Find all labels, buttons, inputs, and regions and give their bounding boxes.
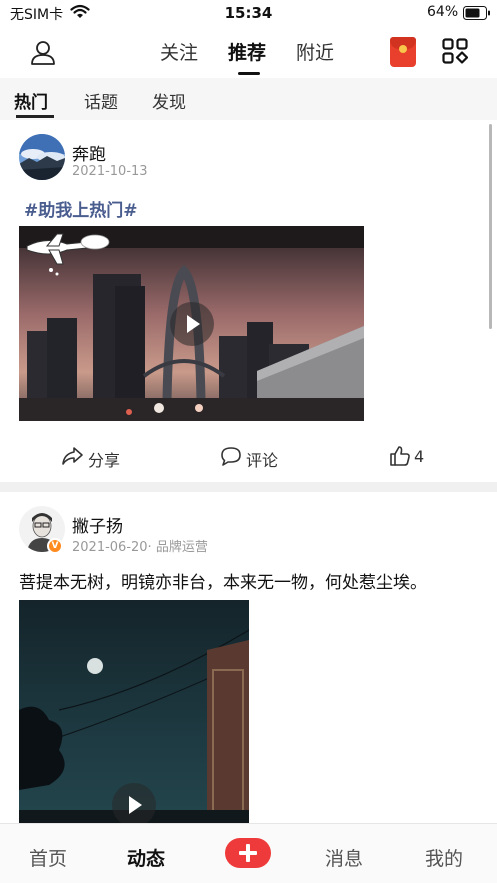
subtab-indicator — [16, 115, 54, 118]
comment-label: 评论 — [246, 451, 279, 470]
feed[interactable]: 奔跑 2021-10-13 #助我上热门# 分享 评论 4 V 撇子扬 2021… — [0, 120, 497, 823]
tab-home[interactable]: 首页 — [29, 844, 67, 871]
sub-tabs: 热门 话题 发现 — [0, 78, 497, 120]
post-date: 2021-10-13 — [72, 164, 148, 179]
verified-badge: V — [47, 538, 63, 554]
bottom-tab-bar: 首页 动态 消息 我的 — [0, 823, 497, 883]
post-username[interactable]: 撇子扬 — [72, 512, 123, 537]
subtab-discover[interactable]: 发现 — [152, 88, 186, 113]
status-bar: 无SIM卡 15:34 64% — [0, 0, 497, 26]
like-count: 4 — [414, 447, 425, 466]
tab-follow[interactable]: 关注 — [160, 38, 198, 65]
tab-me[interactable]: 我的 — [425, 844, 463, 871]
share-icon — [62, 447, 83, 465]
avatar[interactable] — [19, 134, 65, 180]
subtab-hot[interactable]: 热门 — [14, 88, 48, 113]
post-hashtag[interactable]: #助我上热门# — [24, 196, 138, 221]
tab-feed[interactable]: 动态 — [127, 844, 165, 871]
post-divider — [0, 482, 497, 492]
post-card[interactable]: V 撇子扬 2021-06-20· 品牌运营 菩提本无树，明镜亦非台，本来无一物… — [0, 492, 497, 823]
share-label: 分享 — [88, 451, 121, 470]
post-card[interactable]: 奔跑 2021-10-13 #助我上热门# 分享 评论 4 — [0, 120, 497, 482]
tab-messages[interactable]: 消息 — [325, 844, 363, 871]
post-username[interactable]: 奔跑 — [72, 140, 106, 165]
apps-grid-icon[interactable] — [442, 38, 468, 64]
post-meta: 2021-06-20· 品牌运营 — [72, 540, 208, 555]
play-icon[interactable] — [170, 302, 214, 346]
active-tab-indicator — [238, 72, 260, 75]
add-post-button[interactable] — [225, 838, 271, 868]
thumbs-up-icon — [390, 446, 410, 466]
battery-icon — [463, 6, 490, 20]
post-text: 菩提本无树，明镜亦非台，本来无一物，何处惹尘埃。 — [19, 573, 427, 593]
tab-recommend[interactable]: 推荐 — [228, 38, 266, 65]
top-nav: 关注 推荐 附近 — [0, 26, 497, 78]
tab-nearby[interactable]: 附近 — [296, 38, 334, 65]
red-packet-icon[interactable] — [390, 37, 416, 67]
battery-percent: 64% — [427, 4, 459, 20]
comment-icon — [221, 447, 241, 466]
video-thumbnail[interactable] — [19, 600, 249, 823]
video-thumbnail[interactable] — [19, 226, 364, 421]
subtab-topics[interactable]: 话题 — [84, 88, 118, 113]
play-icon[interactable] — [112, 783, 156, 823]
scrollbar[interactable] — [489, 124, 492, 329]
clock: 15:34 — [224, 4, 273, 22]
top-tabs: 关注 推荐 附近 — [0, 26, 497, 78]
